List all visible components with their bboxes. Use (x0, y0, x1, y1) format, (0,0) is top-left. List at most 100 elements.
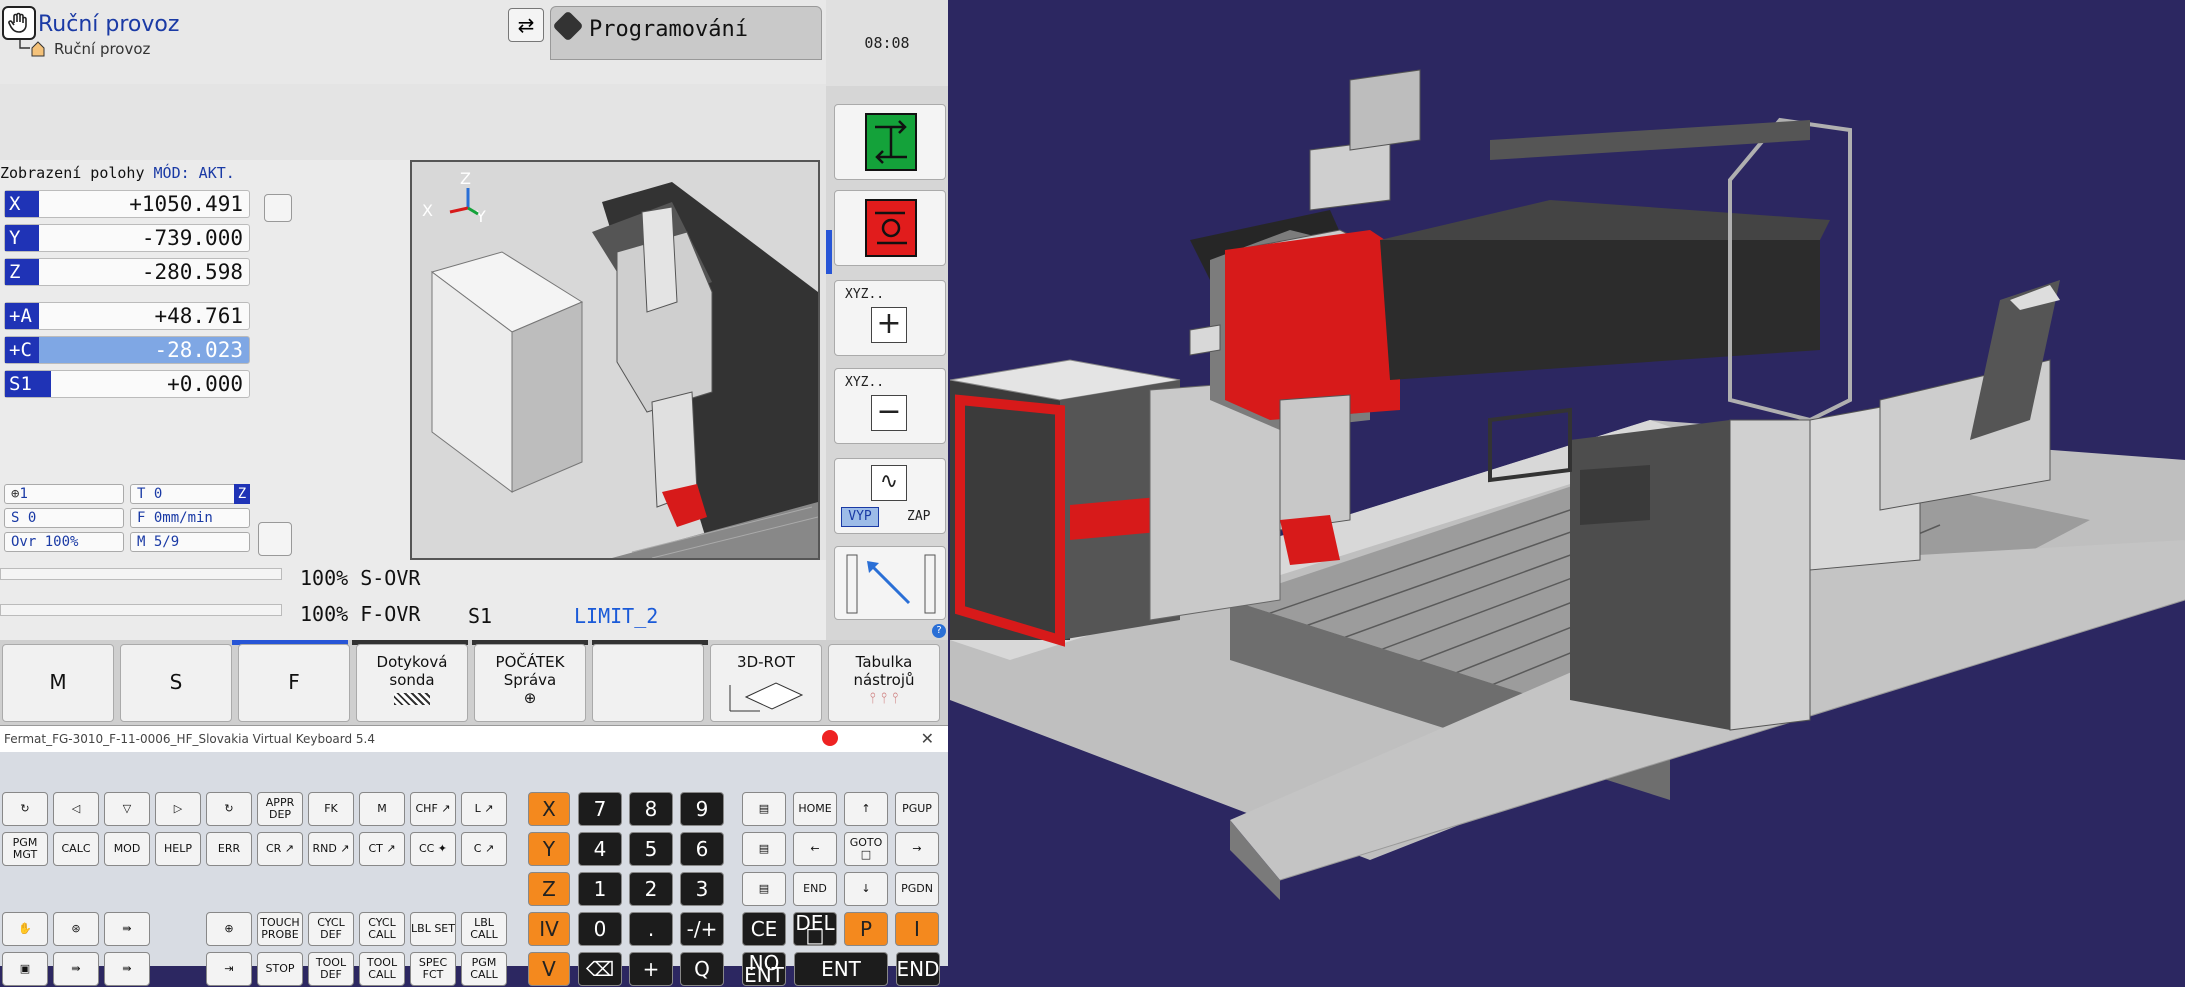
key-1-8[interactable]: CC ✦ (410, 832, 456, 866)
nav-key-1-2[interactable]: GOTO □ (844, 832, 888, 866)
key-0-9[interactable]: L ↗ (461, 792, 507, 826)
help-icon[interactable]: ? (932, 624, 946, 638)
numpad-key-1-1[interactable]: 5 (629, 832, 673, 866)
key-4-4[interactable]: ⇥ (206, 952, 252, 986)
softkey-tool-table[interactable]: Tabulka nástrojů ⫯ ⫯ ⫯ (828, 644, 940, 722)
nav-key-1-3[interactable]: → (895, 832, 939, 866)
key-4-7[interactable]: TOOL CALL (359, 952, 405, 986)
numpad-key-3-2[interactable]: -/+ (680, 912, 724, 946)
numpad-key-3-1[interactable]: . (629, 912, 673, 946)
key-0-1[interactable]: ◁ (53, 792, 99, 826)
nav-key-3-2[interactable]: P (844, 912, 888, 946)
key-3-1[interactable]: ⊛ (53, 912, 99, 946)
nav-key-3-3[interactable]: I (895, 912, 939, 946)
tool-icon-field: ⊕1 (4, 484, 124, 504)
key-0-2[interactable]: ▽ (104, 792, 150, 826)
close-icon[interactable]: ✕ (921, 726, 934, 752)
numpad-key-4-0[interactable]: ⌫ (578, 952, 622, 986)
key-3-6[interactable]: CYCL DEF (308, 912, 354, 946)
numpad-key-2-0[interactable]: 1 (578, 872, 622, 906)
nav-key-0-0[interactable]: ▤ (742, 792, 786, 826)
xyz-minus-button[interactable]: XYZ.. − (834, 368, 946, 444)
key-4-1[interactable]: ⇛ (53, 952, 99, 986)
nav-key-0-3[interactable]: PGUP (895, 792, 939, 826)
nav-key-2-2[interactable]: ↓ (844, 872, 888, 906)
key-3-4[interactable]: ⊕ (206, 912, 252, 946)
xyz-plus-button[interactable]: XYZ.. + (834, 280, 946, 356)
key-4-0[interactable]: ▣ (2, 952, 48, 986)
key-3-7[interactable]: CYCL CALL (359, 912, 405, 946)
key-1-1[interactable]: CALC (53, 832, 99, 866)
axis-key-z[interactable]: Z (528, 872, 570, 906)
key-0-7[interactable]: M (359, 792, 405, 826)
axis-key-iv[interactable]: IV (528, 912, 570, 946)
key-0-0[interactable]: ↻ (2, 792, 48, 826)
key-3-5[interactable]: TOUCH PROBE (257, 912, 303, 946)
key-0-4[interactable]: ↻ (206, 792, 252, 826)
tab-programming[interactable]: Programování (550, 6, 822, 60)
key-3-9[interactable]: LBL CALL (461, 912, 507, 946)
key-3-0[interactable]: ✋ (2, 912, 48, 946)
key-4-8[interactable]: SPEC FCT (410, 952, 456, 986)
key-4-9[interactable]: PGM CALL (461, 952, 507, 986)
axis-key-v[interactable]: V (528, 952, 570, 986)
nav-key-0-2[interactable]: ↑ (844, 792, 888, 826)
key-1-2[interactable]: MOD (104, 832, 150, 866)
softkey-3d-rot[interactable]: 3D-ROT (710, 644, 822, 722)
key-1-0[interactable]: PGM MGT (2, 832, 48, 866)
probe-status-icon[interactable] (258, 522, 292, 556)
mode-switch-red-button[interactable] (834, 190, 946, 266)
nav-key-1-0[interactable]: ▤ (742, 832, 786, 866)
key-1-3[interactable]: HELP (155, 832, 201, 866)
softkey-f[interactable]: F (238, 644, 350, 722)
feed-arrow-button[interactable] (834, 546, 946, 620)
key-4-5[interactable]: STOP (257, 952, 303, 986)
swap-screen-button[interactable]: ⇄ (508, 8, 544, 42)
nav-key-0-1[interactable]: HOME (793, 792, 837, 826)
mode-switch-green-button[interactable] (834, 104, 946, 180)
key-4-2[interactable]: ⇛ (104, 952, 150, 986)
numpad-key-4-2[interactable]: Q (680, 952, 724, 986)
numpad-key-4-1[interactable]: + (629, 952, 673, 986)
key-0-3[interactable]: ▷ (155, 792, 201, 826)
key-3-2[interactable]: ⇛ (104, 912, 150, 946)
numpad-key-3-0[interactable]: 0 (578, 912, 622, 946)
key-0-6[interactable]: FK (308, 792, 354, 826)
no-ent-key[interactable]: NO ENT (742, 952, 786, 986)
nav-key-2-0[interactable]: ▤ (742, 872, 786, 906)
numpad-key-1-2[interactable]: 6 (680, 832, 724, 866)
numpad-key-0-0[interactable]: 7 (578, 792, 622, 826)
axis-key-y[interactable]: Y (528, 832, 570, 866)
axis-key-x[interactable]: X (528, 792, 570, 826)
key-3-8[interactable]: LBL SET (410, 912, 456, 946)
numpad-key-1-0[interactable]: 4 (578, 832, 622, 866)
key-0-8[interactable]: CHF ↗ (410, 792, 456, 826)
header: Ruční provoz Ruční provoz ⇄ Programování (0, 0, 826, 84)
numpad-key-0-1[interactable]: 8 (629, 792, 673, 826)
key-1-9[interactable]: C ↗ (461, 832, 507, 866)
key-0-5[interactable]: APPR DEP (257, 792, 303, 826)
key-1-6[interactable]: RND ↗ (308, 832, 354, 866)
vyp-zap-toggle[interactable]: ∿ VYP ZAP (834, 458, 946, 534)
softkey-m[interactable]: M (2, 644, 114, 722)
machine-3d-view (949, 0, 2185, 966)
numpad-key-0-2[interactable]: 9 (680, 792, 724, 826)
numpad-key-2-2[interactable]: 3 (680, 872, 724, 906)
nav-key-3-0[interactable]: CE (742, 912, 786, 946)
key-1-7[interactable]: CT ↗ (359, 832, 405, 866)
numpad-key-2-1[interactable]: 2 (629, 872, 673, 906)
softkey-empty[interactable] (592, 644, 704, 722)
nav-key-2-3[interactable]: PGDN (895, 872, 939, 906)
nav-key-1-1[interactable]: ← (793, 832, 837, 866)
key-4-6[interactable]: TOOL DEF (308, 952, 354, 986)
end-key[interactable]: END (896, 952, 940, 986)
refresh-icon[interactable] (264, 194, 292, 222)
key-1-5[interactable]: CR ↗ (257, 832, 303, 866)
nav-key-3-1[interactable]: DEL □ (793, 912, 837, 946)
softkey-touch-probe[interactable]: Dotyková sonda (356, 644, 468, 722)
ent-key[interactable]: ENT (794, 952, 888, 986)
key-1-4[interactable]: ERR (206, 832, 252, 866)
softkey-s[interactable]: S (120, 644, 232, 722)
nav-key-2-1[interactable]: END (793, 872, 837, 906)
softkey-origin-management[interactable]: POČÁTEK Správa ⊕ (474, 644, 586, 722)
